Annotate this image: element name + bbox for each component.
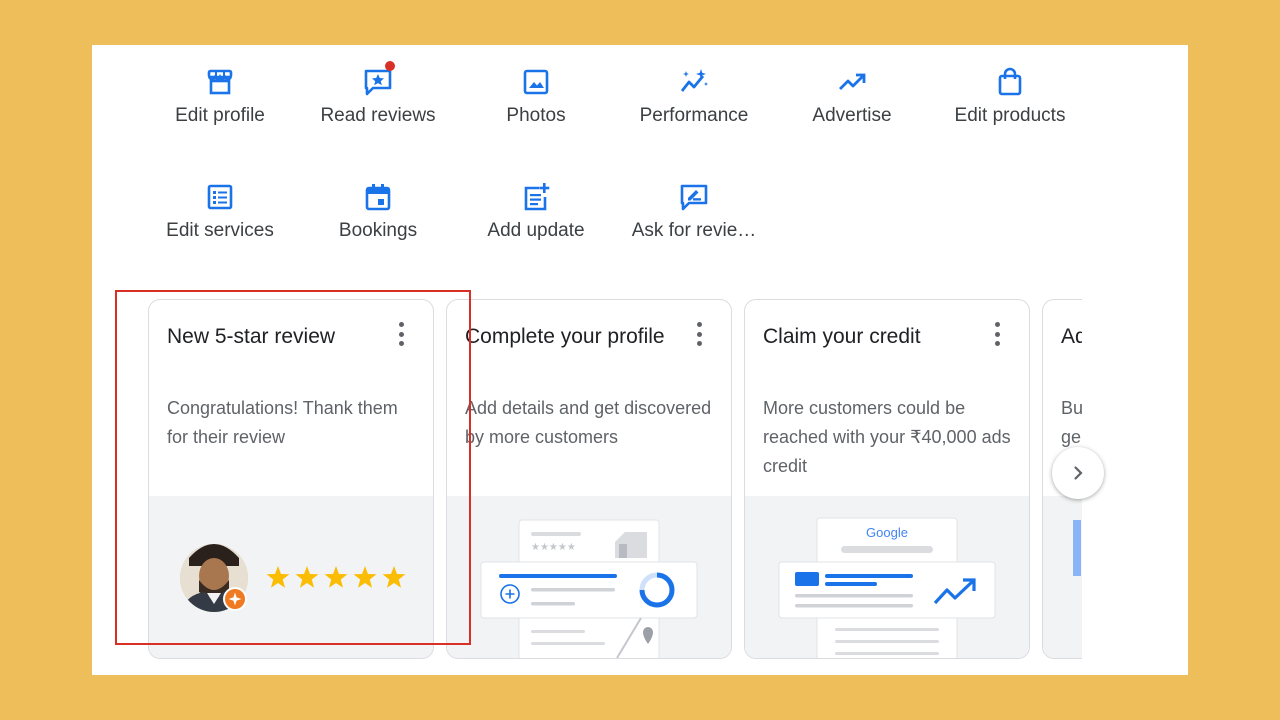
card-illustration: [1043, 496, 1082, 658]
card-illustration: [149, 496, 433, 658]
advertise-action[interactable]: Advertise: [773, 67, 931, 127]
card-illustration: Google: [745, 496, 1029, 658]
card-description: Congratulations! Thank them for their re…: [167, 398, 398, 447]
card-title: Complete your profile: [465, 325, 665, 348]
card-complete-profile[interactable]: Complete your profile Add details and ge…: [446, 299, 732, 659]
card-new-review[interactable]: New 5-star review Congratulations! Thank…: [148, 299, 434, 659]
star-icon: [382, 566, 406, 588]
card-title: Claim your credit: [763, 325, 921, 348]
card-title: New 5-star review: [167, 325, 336, 348]
chevron-right-icon: [1069, 464, 1087, 482]
calendar-icon: [363, 182, 393, 212]
read-reviews-label: Read reviews: [320, 105, 436, 126]
read-reviews-action[interactable]: Read reviews: [299, 61, 457, 127]
photos-label: Photos: [506, 105, 566, 126]
add-update-action[interactable]: Add update: [457, 182, 615, 242]
photo-icon: [521, 67, 551, 97]
review-star-icon: [363, 61, 395, 97]
edit-products-action[interactable]: Edit products: [931, 67, 1089, 127]
carousel-next-button[interactable]: [1052, 447, 1104, 499]
star-icon: [266, 566, 290, 588]
edit-profile-label: Edit profile: [175, 105, 265, 126]
card-claim-credit[interactable]: Claim your credit More customers could b…: [744, 299, 1030, 659]
storefront-icon: [205, 67, 235, 97]
edit-profile-action[interactable]: Edit profile: [141, 67, 299, 127]
card-title: Ad: [1061, 325, 1082, 348]
list-icon: [205, 182, 235, 212]
edit-services-label: Edit services: [166, 220, 274, 241]
card-description: Add details and get discovered by more c…: [465, 398, 712, 447]
card-description: Bu ge: [1061, 398, 1082, 447]
photos-action[interactable]: Photos: [457, 67, 615, 127]
post-add-icon: [521, 182, 551, 212]
google-logo: Google: [866, 525, 908, 540]
ask-for-reviews-label: Ask for revie…: [631, 220, 757, 241]
edit-products-label: Edit products: [954, 105, 1066, 126]
star-icon: [295, 566, 319, 588]
star-icon: [353, 566, 377, 588]
bookings-action[interactable]: Bookings: [299, 182, 457, 242]
suggestion-cards-carousel: New 5-star review Congratulations! Thank…: [92, 295, 1082, 675]
edit-services-action[interactable]: Edit services: [141, 182, 299, 242]
advertise-label: Advertise: [812, 105, 892, 126]
new-review-badge: [385, 61, 395, 71]
bookings-label: Bookings: [338, 220, 418, 241]
add-update-label: Add update: [487, 220, 585, 241]
more-options-icon[interactable]: [689, 320, 709, 348]
more-options-icon[interactable]: [391, 320, 411, 348]
performance-sparkle-icon: [679, 67, 709, 97]
business-profile-panel: Edit profile Read reviews Photos Perform…: [92, 45, 1188, 675]
card-illustration: ★★★★★: [447, 496, 731, 658]
rate-review-icon: [679, 182, 709, 212]
card-description: More customers could be reached with you…: [763, 398, 1011, 476]
performance-action[interactable]: Performance: [615, 67, 773, 127]
star-icon: [324, 566, 348, 588]
local-guide-badge-icon: [223, 587, 247, 611]
ask-for-reviews-action[interactable]: Ask for revie…: [615, 182, 773, 242]
shopping-bag-icon: [995, 67, 1025, 97]
more-options-icon[interactable]: [987, 320, 1007, 348]
trending-up-icon: [837, 67, 867, 97]
five-star-rating: [266, 566, 406, 588]
performance-label: Performance: [639, 105, 749, 126]
svg-text:★★★★★: ★★★★★: [531, 542, 576, 553]
